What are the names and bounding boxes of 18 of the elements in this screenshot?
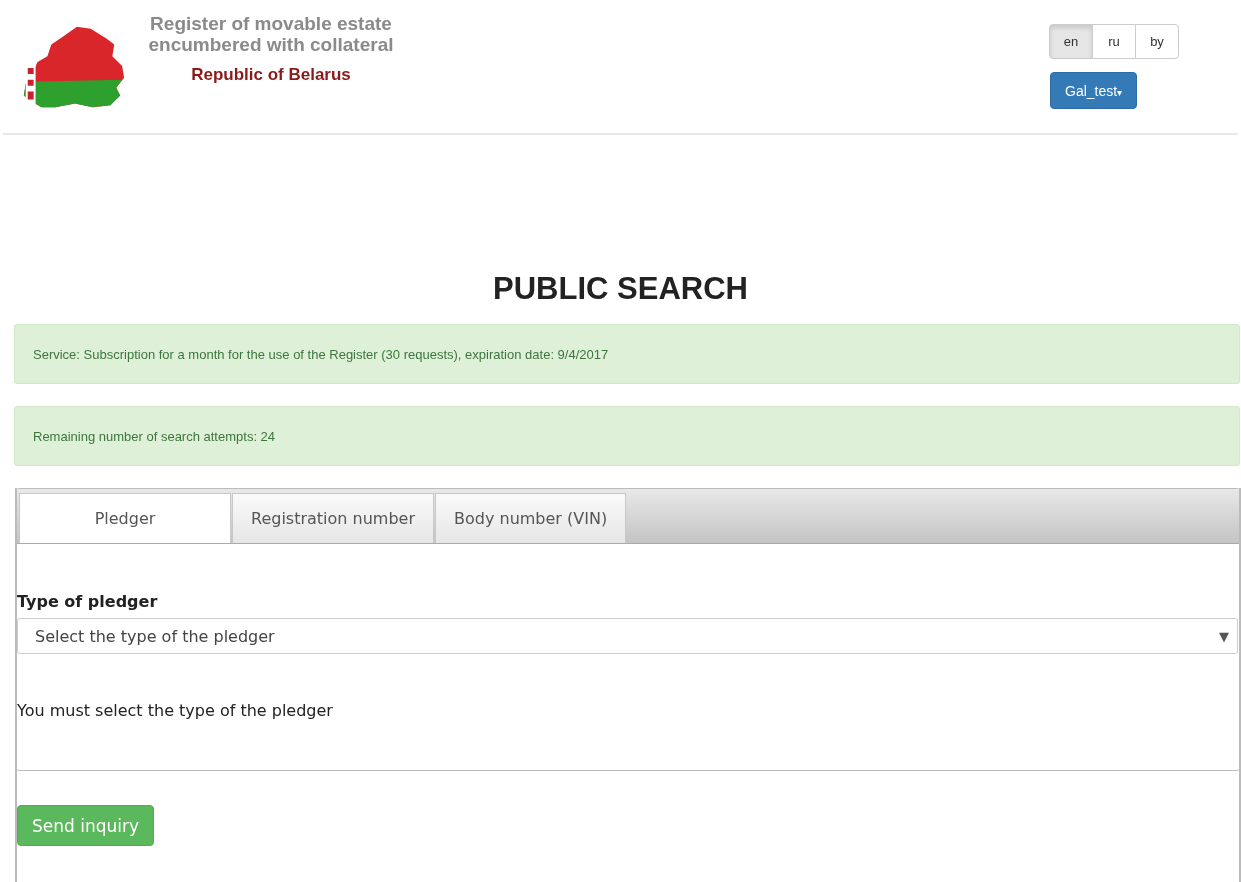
user-menu-button[interactable]: Gal_test▾ <box>1050 72 1138 109</box>
page-title: PUBLIC SEARCH <box>492 271 749 308</box>
validation-message: You must select the type of the pledger <box>17 701 334 720</box>
dropdown-placeholder: Select the type of the pledger <box>35 626 275 646</box>
tab[interactable]: Body number (VIN) <box>435 493 627 543</box>
tab[interactable]: Pledger <box>19 493 231 543</box>
pledger-type-dropdown[interactable]: Select the type of the pledger ▼ <box>17 618 1238 654</box>
site-subtitle: Republic of Belarus <box>190 65 352 85</box>
info-alert: Remaining number of search attempts: 24 <box>14 406 1240 466</box>
dropdown-arrow-icon: ▼ <box>1219 628 1229 644</box>
info-alert: Service: Subscription for a month for the use of the Register (30 requests), expiration date: 9/4/2017 <box>14 324 1240 384</box>
field-label: Type of pledger <box>17 592 159 611</box>
language-button[interactable]: by <box>1135 24 1179 59</box>
site-title: Register of movable estate encumbered with collateral <box>147 13 395 55</box>
caret-icon: ▾ <box>1117 86 1123 98</box>
language-button[interactable]: en <box>1049 24 1093 59</box>
language-button[interactable]: ru <box>1092 24 1136 59</box>
tab[interactable]: Registration number <box>232 493 434 543</box>
